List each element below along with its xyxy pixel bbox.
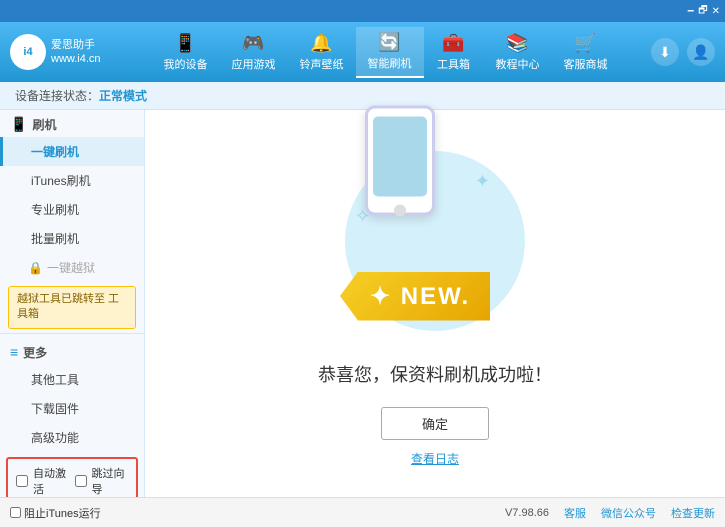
auto-activate-label: 自动激活 xyxy=(33,465,70,497)
nav-right-controls: ⬇ 👤 xyxy=(651,38,715,66)
phone-screen xyxy=(373,116,427,196)
logo: i4 爱思助手 www.i4.cn xyxy=(10,34,120,70)
main-layout: 📱 刷机 一键刷机 iTunes刷机 专业刷机 批量刷机 🔒 一键越狱 越狱工具… xyxy=(0,110,725,497)
toolbox-icon: 🧰 xyxy=(442,33,464,54)
logo-text: 爱思助手 www.i4.cn xyxy=(51,38,101,67)
main-content: ✦ ✦ ✧ ✦ NEW. 恭喜您，保资料刷机成功啦！ 确定 查看日志 xyxy=(145,110,725,497)
sidebar-item-batch-flash[interactable]: 批量刷机 xyxy=(0,224,144,253)
itunes-check: 阻止iTunes运行 xyxy=(10,505,101,521)
auto-activate-checkbox[interactable] xyxy=(16,475,28,487)
new-badge: ✦ NEW. xyxy=(340,272,490,321)
nav-support[interactable]: 🛒 客服商城 xyxy=(552,27,620,78)
itunes-checkbox[interactable] xyxy=(10,507,21,518)
log-link[interactable]: 查看日志 xyxy=(411,450,459,467)
more-section-icon: ≡ xyxy=(10,344,18,360)
nav-apps-games[interactable]: 🎮 应用游戏 xyxy=(220,27,288,78)
nav-ringtone[interactable]: 🔔 铃声壁纸 xyxy=(288,27,356,78)
breadcrumb: 设备连接状态： 正常模式 xyxy=(0,82,725,110)
sidebar: 📱 刷机 一键刷机 iTunes刷机 专业刷机 批量刷机 🔒 一键越狱 越狱工具… xyxy=(0,110,145,497)
version-text: V7.98.66 xyxy=(505,507,549,519)
flash-section-icon: 📱 xyxy=(10,116,27,133)
ringtone-icon: 🔔 xyxy=(310,33,332,54)
sidebar-item-pro-flash[interactable]: 专业刷机 xyxy=(0,195,144,224)
header: i4 爱思助手 www.i4.cn 📱 我的设备 🎮 应用游戏 🔔 铃声壁纸 🔄… xyxy=(0,22,725,82)
skip-guide-label: 跳过向导 xyxy=(92,465,129,497)
minimize-btn[interactable]: 🗕 xyxy=(687,3,694,20)
sidebar-section-more: ≡ 更多 xyxy=(0,338,144,365)
sidebar-note-toolbox: 越狱工具已跳转至 工具箱 xyxy=(8,286,136,329)
title-bar: 🗕 🗗 ✕ xyxy=(0,0,725,22)
confirm-button[interactable]: 确定 xyxy=(381,407,489,440)
auto-activate-section: 自动激活 跳过向导 xyxy=(6,457,138,497)
close-btn[interactable]: ✕ xyxy=(712,6,720,17)
sidebar-divider xyxy=(0,333,144,334)
check-update-link[interactable]: 检查更新 xyxy=(671,505,715,521)
my-device-icon: 📱 xyxy=(174,33,196,54)
phone-device xyxy=(365,105,435,215)
sidebar-item-download-firmware[interactable]: 下载固件 xyxy=(0,394,144,423)
nav-toolbox[interactable]: 🧰 工具箱 xyxy=(424,27,484,78)
nav-tutorials[interactable]: 📚 教程中心 xyxy=(484,27,552,78)
logo-icon: i4 xyxy=(10,34,46,70)
lock-icon: 🔒 xyxy=(28,261,43,275)
sidebar-item-one-key-flash[interactable]: 一键刷机 xyxy=(0,137,144,166)
nav-bar: 📱 我的设备 🎮 应用游戏 🔔 铃声壁纸 🔄 智能刷机 🧰 工具箱 📚 教程中心… xyxy=(120,27,651,78)
sidebar-item-itunes-flash[interactable]: iTunes刷机 xyxy=(0,166,144,195)
sidebar-item-advanced[interactable]: 高级功能 xyxy=(0,423,144,452)
auto-activate-row: 自动激活 跳过向导 xyxy=(16,465,128,497)
phone-illustration: ✦ ✦ ✧ ✦ NEW. xyxy=(335,141,535,341)
smart-flash-icon: 🔄 xyxy=(378,32,400,53)
sidebar-item-jailbreak: 🔒 一键越狱 xyxy=(0,253,144,282)
nav-smart-flash[interactable]: 🔄 智能刷机 xyxy=(356,27,424,78)
itunes-label: 阻止iTunes运行 xyxy=(24,505,101,521)
apps-games-icon: 🎮 xyxy=(242,33,264,54)
nav-my-device[interactable]: 📱 我的设备 xyxy=(152,27,220,78)
phone-home-btn xyxy=(394,204,406,216)
bottom-bar: 阻止iTunes运行 V7.98.66 客服 微信公众号 检查更新 xyxy=(0,497,725,527)
sidebar-section-flash: 📱 刷机 xyxy=(0,110,144,137)
customer-service-link[interactable]: 客服 xyxy=(564,505,586,521)
download-btn[interactable]: ⬇ xyxy=(651,38,679,66)
bottom-right: V7.98.66 客服 微信公众号 检查更新 xyxy=(505,505,715,521)
sparkle-2: ✦ xyxy=(475,171,490,192)
support-icon: 🛒 xyxy=(574,33,596,54)
wechat-link[interactable]: 微信公众号 xyxy=(601,505,656,521)
maximize-btn[interactable]: 🗗 xyxy=(698,3,707,20)
bottom-left: 阻止iTunes运行 xyxy=(10,505,155,521)
sidebar-item-other-tools[interactable]: 其他工具 xyxy=(0,365,144,394)
user-btn[interactable]: 👤 xyxy=(687,38,715,66)
tutorials-icon: 📚 xyxy=(506,33,528,54)
skip-guide-checkbox[interactable] xyxy=(75,475,87,487)
success-message: 恭喜您，保资料刷机成功啦！ xyxy=(318,361,552,387)
